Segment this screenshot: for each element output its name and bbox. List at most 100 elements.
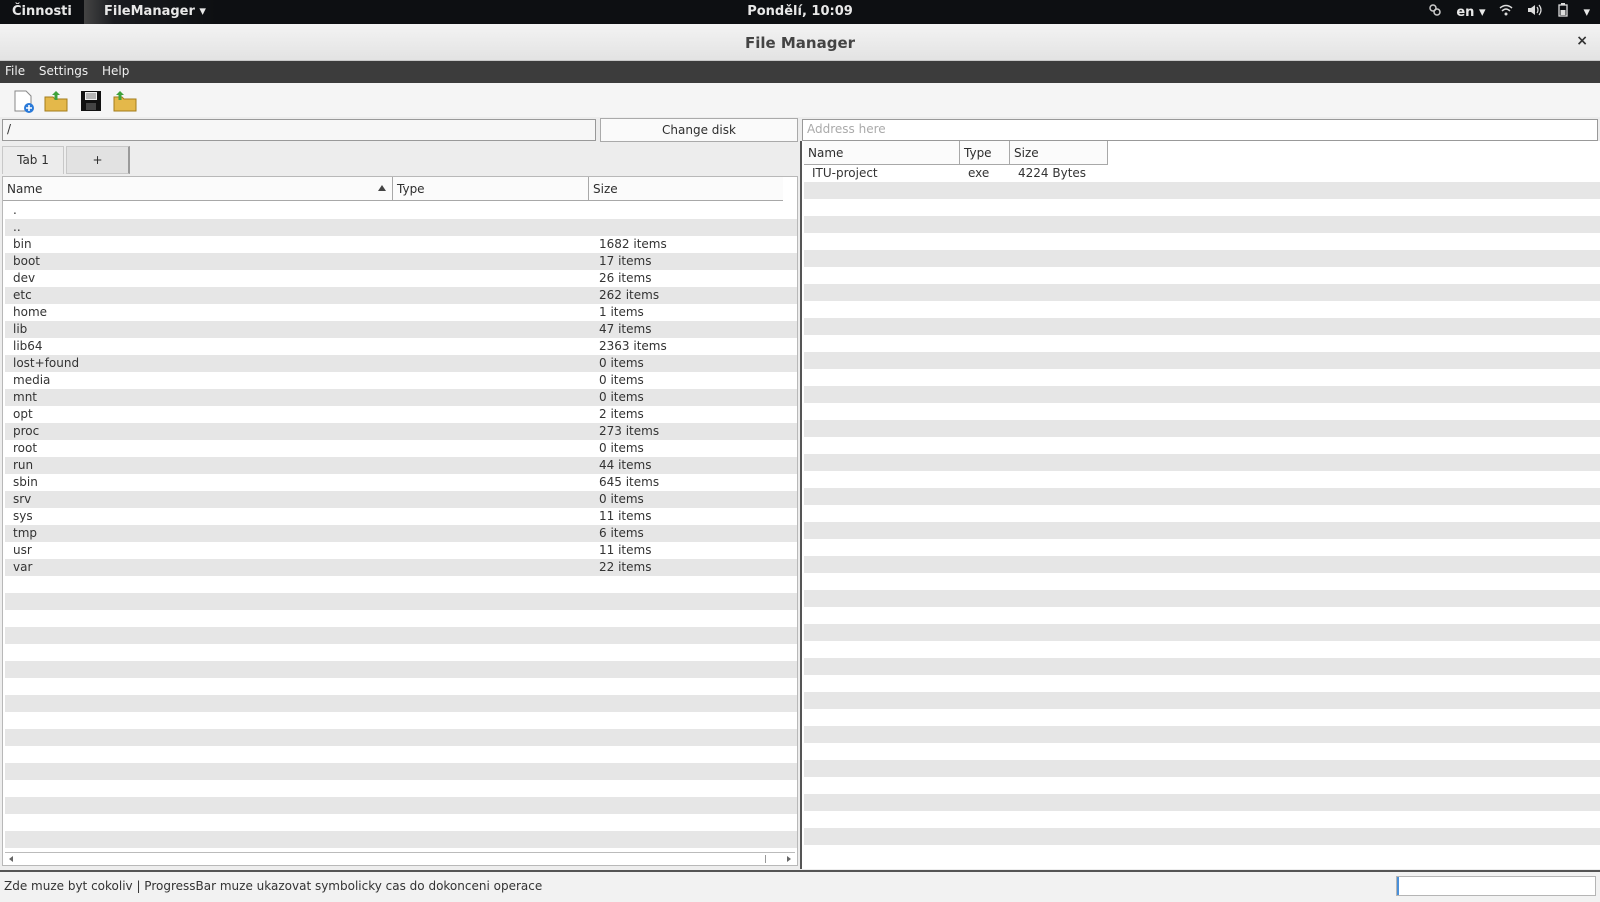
clock[interactable]: Pondělí, 10:09 bbox=[0, 4, 1600, 19]
file-row[interactable]: sys 11 items bbox=[5, 508, 797, 525]
cell-size: 47 items bbox=[599, 322, 652, 336]
empty-row bbox=[5, 831, 797, 848]
cell-name: lost+found bbox=[13, 356, 80, 370]
activities-button[interactable]: Činnosti bbox=[12, 4, 72, 19]
change-disk-button[interactable]: Change disk bbox=[600, 118, 798, 142]
empty-row bbox=[5, 763, 797, 780]
cell-size: 273 items bbox=[599, 424, 660, 438]
menu-help[interactable]: Help bbox=[97, 61, 134, 78]
column-header-type[interactable]: Type bbox=[393, 177, 589, 201]
file-row[interactable]: sbin 645 items bbox=[5, 474, 797, 491]
empty-row bbox=[5, 729, 797, 746]
file-row[interactable]: lib 47 items bbox=[5, 321, 797, 338]
file-row[interactable]: bin 1682 items bbox=[5, 236, 797, 253]
cell-name: usr bbox=[13, 543, 32, 557]
volume-icon[interactable] bbox=[1527, 3, 1543, 21]
top-bar: Činnosti FileManager ▾ Pondělí, 10:09 en… bbox=[0, 0, 1600, 24]
right-file-list[interactable]: Name Type Size ITU-project exe 4224 Bytes bbox=[800, 141, 1600, 869]
empty-row bbox=[5, 644, 797, 661]
file-row[interactable]: ITU-project exe 4224 Bytes bbox=[804, 165, 1600, 182]
file-row[interactable]: etc 262 items bbox=[5, 287, 797, 304]
empty-row bbox=[804, 471, 1600, 488]
empty-row bbox=[804, 573, 1600, 590]
file-row[interactable]: mnt 0 items bbox=[5, 389, 797, 406]
tab-1[interactable]: Tab 1 bbox=[2, 146, 64, 174]
empty-row bbox=[5, 593, 797, 610]
path-input[interactable]: / bbox=[2, 119, 596, 141]
column-header-name-label: Name bbox=[7, 182, 43, 196]
cell-name: srv bbox=[13, 492, 32, 506]
cell-name: opt bbox=[13, 407, 33, 421]
empty-row bbox=[804, 828, 1600, 845]
cell-name: ITU-project bbox=[812, 166, 878, 180]
cell-name: boot bbox=[13, 254, 41, 268]
menu-settings[interactable]: Settings bbox=[34, 61, 93, 78]
file-row[interactable]: home 1 items bbox=[5, 304, 797, 321]
empty-row bbox=[804, 556, 1600, 573]
cell-size: 6 items bbox=[599, 526, 644, 540]
left-path-row: / Change disk bbox=[0, 118, 800, 142]
window-titlebar: File Manager × bbox=[0, 24, 1600, 61]
add-tab-button[interactable]: + bbox=[66, 146, 130, 174]
accessibility-icon[interactable] bbox=[1428, 3, 1442, 21]
file-row[interactable]: . bbox=[5, 202, 797, 219]
cell-name: root bbox=[13, 441, 38, 455]
file-row[interactable]: lost+found 0 items bbox=[5, 355, 797, 372]
tab-bar: Tab 1 + bbox=[0, 146, 800, 176]
empty-row bbox=[804, 675, 1600, 692]
cell-name: lib64 bbox=[13, 339, 43, 353]
cell-name: media bbox=[13, 373, 51, 387]
power-menu-caret[interactable]: ▾ bbox=[1583, 5, 1590, 20]
cell-size: 2363 items bbox=[599, 339, 667, 353]
cell-size: 44 items bbox=[599, 458, 652, 472]
empty-row bbox=[5, 746, 797, 763]
column-header-size[interactable]: Size bbox=[589, 177, 783, 201]
cell-name: . bbox=[13, 203, 17, 217]
open-folder-icon[interactable] bbox=[43, 88, 69, 114]
file-row[interactable]: opt 2 items bbox=[5, 406, 797, 423]
right-column-header-size[interactable]: Size bbox=[1010, 141, 1108, 165]
empty-row bbox=[804, 488, 1600, 505]
upload-folder-icon[interactable] bbox=[112, 88, 138, 114]
language-indicator[interactable]: en ▾ bbox=[1456, 5, 1485, 20]
save-icon[interactable] bbox=[78, 88, 104, 114]
empty-row bbox=[804, 505, 1600, 522]
close-icon[interactable]: × bbox=[1576, 33, 1588, 49]
cell-name: .. bbox=[13, 220, 21, 234]
wifi-icon[interactable] bbox=[1499, 3, 1513, 21]
address-input[interactable]: Address here bbox=[802, 119, 1598, 141]
file-row[interactable]: lib64 2363 items bbox=[5, 338, 797, 355]
column-header-name[interactable]: Name bbox=[3, 177, 393, 201]
cell-size: 645 items bbox=[599, 475, 660, 489]
empty-row bbox=[5, 780, 797, 797]
file-row[interactable]: boot 17 items bbox=[5, 253, 797, 270]
cell-size: 0 items bbox=[599, 373, 644, 387]
file-row[interactable]: srv 0 items bbox=[5, 491, 797, 508]
file-row[interactable]: run 44 items bbox=[5, 457, 797, 474]
cell-size: 4224 Bytes bbox=[1018, 166, 1087, 180]
empty-row bbox=[804, 301, 1600, 318]
new-file-icon[interactable] bbox=[10, 88, 36, 114]
file-row[interactable]: var 22 items bbox=[5, 559, 797, 576]
empty-row bbox=[804, 386, 1600, 403]
file-row[interactable]: dev 26 items bbox=[5, 270, 797, 287]
menu-bar: File Settings Help bbox=[0, 61, 1600, 83]
battery-icon[interactable] bbox=[1557, 3, 1569, 21]
empty-row bbox=[804, 233, 1600, 250]
horizontal-scrollbar[interactable] bbox=[5, 852, 795, 863]
menu-file[interactable]: File bbox=[0, 61, 30, 78]
app-menu-button[interactable]: FileManager ▾ bbox=[84, 0, 216, 24]
left-file-list[interactable]: Name Type Size ... bin 1682 items boot 17 it… bbox=[2, 176, 798, 866]
file-row[interactable]: usr 11 items bbox=[5, 542, 797, 559]
file-row[interactable]: root 0 items bbox=[5, 440, 797, 457]
empty-row bbox=[804, 709, 1600, 726]
file-row[interactable]: tmp 6 items bbox=[5, 525, 797, 542]
empty-row bbox=[804, 335, 1600, 352]
right-column-header-name[interactable]: Name bbox=[804, 141, 960, 165]
file-row[interactable]: proc 273 items bbox=[5, 423, 797, 440]
right-column-header-type[interactable]: Type bbox=[960, 141, 1010, 165]
file-row[interactable]: media 0 items bbox=[5, 372, 797, 389]
file-row[interactable]: .. bbox=[5, 219, 797, 236]
status-bar: Zde muze byt cokoliv | ProgressBar muze … bbox=[0, 870, 1600, 902]
empty-row bbox=[804, 590, 1600, 607]
